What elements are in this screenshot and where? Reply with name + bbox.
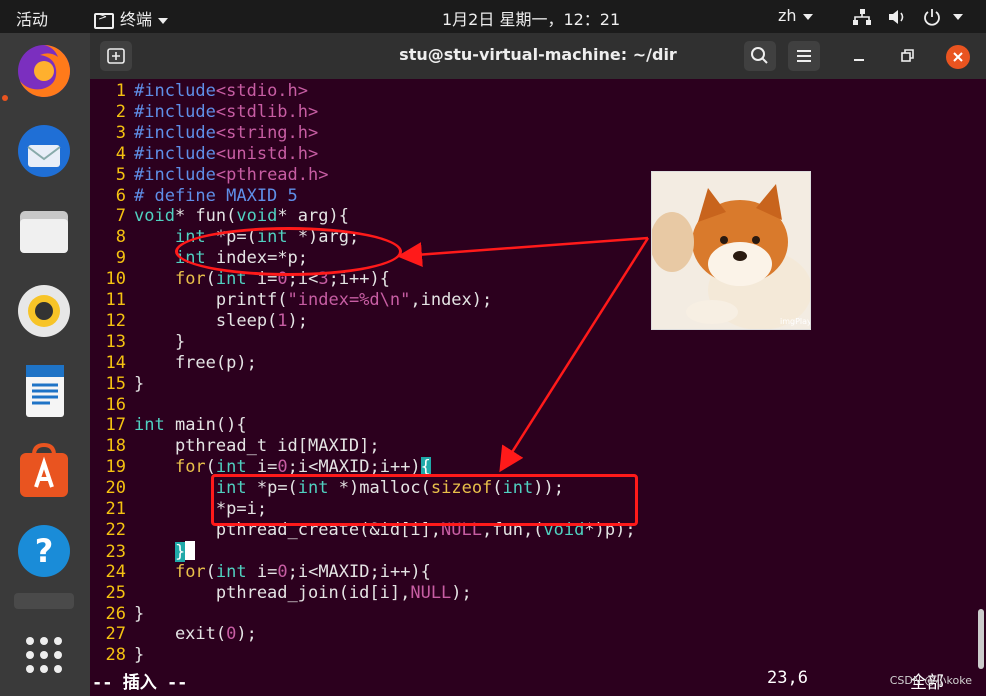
watermark: CSDN @小koke (889, 674, 972, 687)
arrow-to-ellipse (397, 236, 649, 268)
svg-text:imgPlay: imgPlay (780, 317, 810, 326)
arrow-to-box (499, 237, 650, 473)
dog-sticker-image: imgPlay (651, 171, 811, 330)
annotation-arrows (397, 236, 650, 473)
dog-picture: imgPlay (652, 172, 810, 329)
